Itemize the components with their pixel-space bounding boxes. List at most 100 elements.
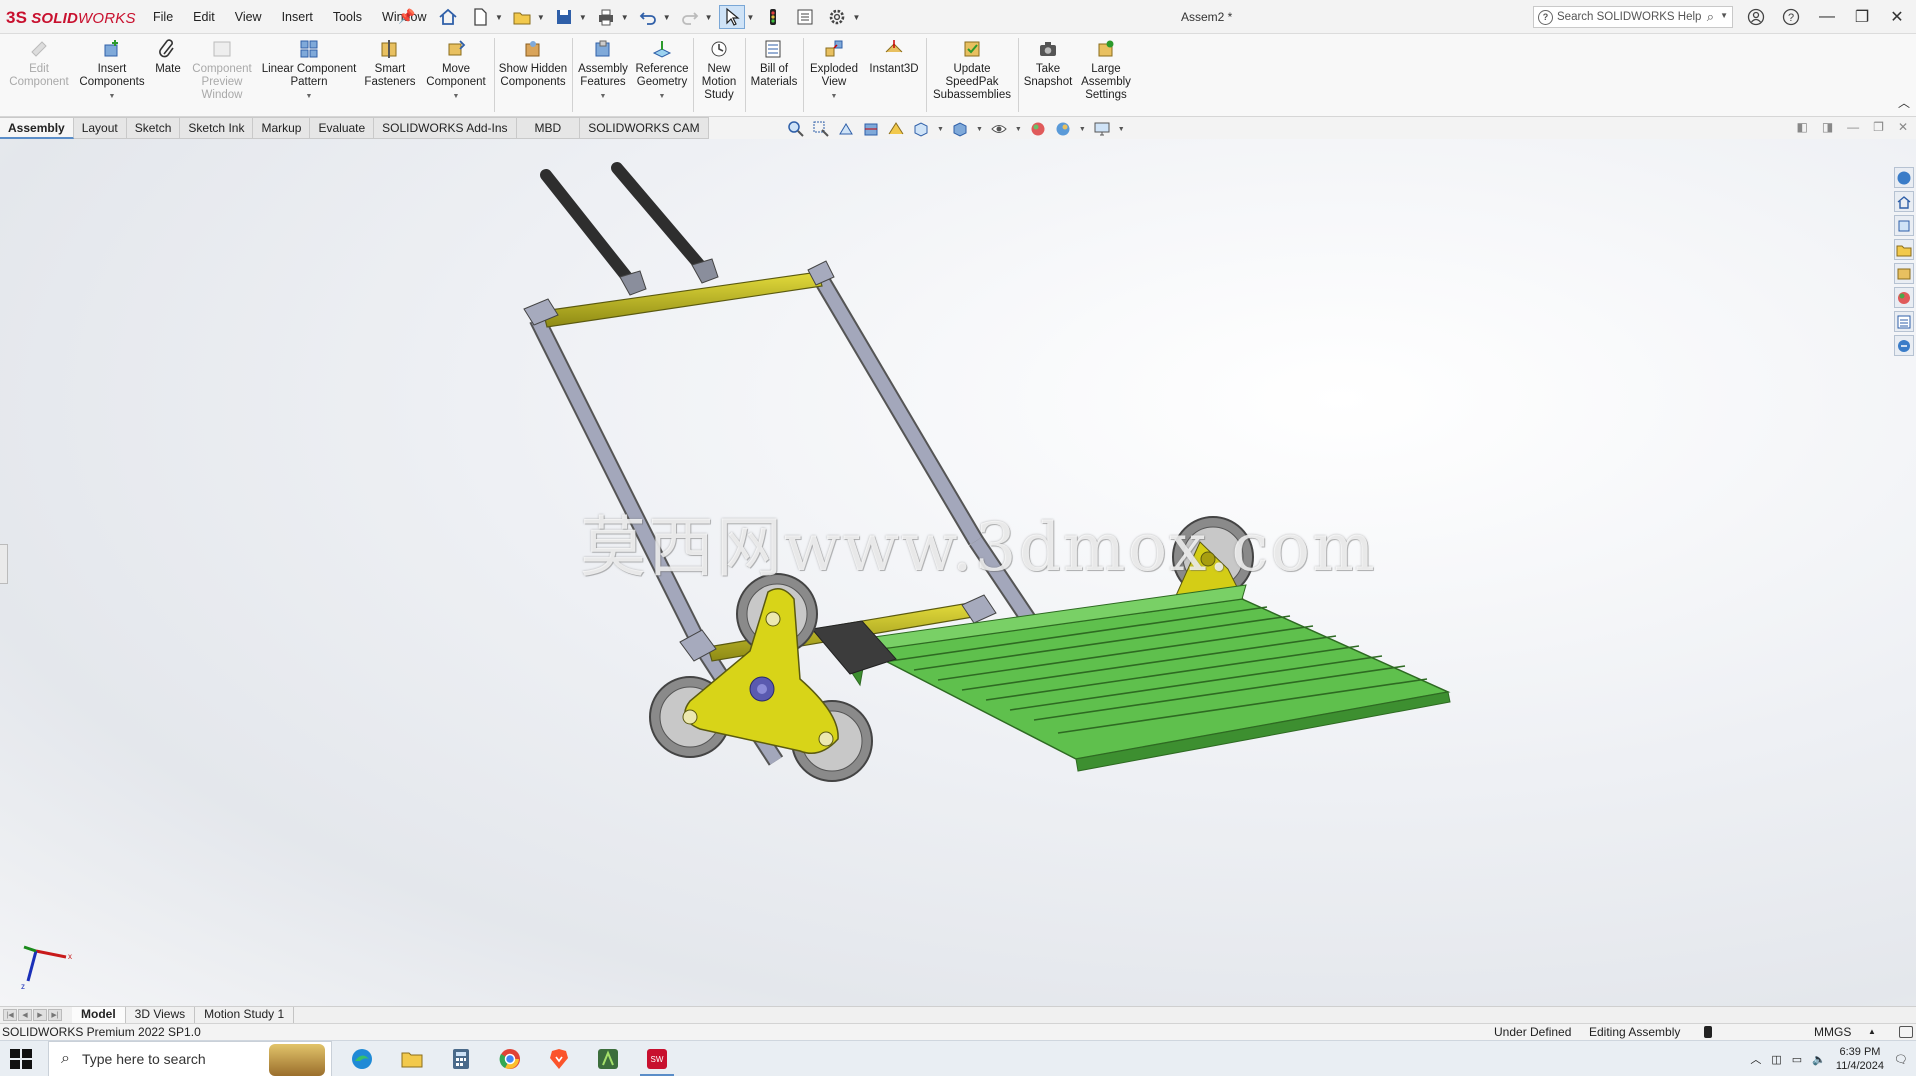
previous-view-button[interactable] <box>835 119 857 139</box>
open-dropdown-icon[interactable]: ▼ <box>537 13 545 22</box>
system-clock[interactable]: 6:39 PM 11/4/2024 <box>1836 1045 1884 1073</box>
instant3d-button[interactable]: Instant3D <box>866 38 922 76</box>
menu-tools[interactable]: Tools <box>323 10 372 24</box>
select-dropdown-icon[interactable]: ▼ <box>747 13 755 22</box>
tab-sketch[interactable]: Sketch <box>126 117 181 139</box>
unit-system-selector[interactable]: MMGS <box>1814 1024 1851 1040</box>
network-icon[interactable]: ▭ <box>1792 1053 1802 1066</box>
apply-scene-button[interactable] <box>1052 119 1074 139</box>
minimize-window-icon[interactable]: — <box>1815 6 1839 28</box>
tab-solidworks-add-ins[interactable]: SOLIDWORKS Add-Ins <box>374 117 517 139</box>
last-tab-arrow-icon[interactable]: ▶| <box>48 1009 62 1021</box>
tab-3d-views[interactable]: 3D Views <box>126 1007 196 1023</box>
linear-component-pattern-button[interactable]: Linear Component Pattern ▼ <box>259 38 359 103</box>
webcam-icon[interactable]: ◫ <box>1771 1053 1781 1066</box>
tab-sketch-ink[interactable]: Sketch Ink <box>180 117 254 139</box>
tab-markup[interactable]: Markup <box>253 117 311 139</box>
show-hidden-icons-icon[interactable]: ︿ <box>1750 1051 1761 1067</box>
hide-show-dropdown-icon[interactable]: ▼ <box>1015 126 1022 133</box>
search-icon[interactable]: ⌕ <box>1707 9 1714 25</box>
search-dropdown-icon[interactable]: ▼ <box>1720 11 1728 20</box>
save-button[interactable] <box>551 5 577 29</box>
next-tab-arrow-icon[interactable]: ▶ <box>33 1009 47 1021</box>
update-speedpak-button[interactable]: Update SpeedPak Subassemblies <box>929 38 1015 102</box>
chrome-browser-icon[interactable] <box>498 1047 522 1071</box>
first-tab-arrow-icon[interactable]: |◀ <box>3 1009 17 1021</box>
section-view-button[interactable] <box>860 119 882 139</box>
graphics-area[interactable]: 莫西网www.3dmox.com x z <box>0 139 1916 1006</box>
menu-insert[interactable]: Insert <box>272 10 323 24</box>
viewport-restore-icon[interactable]: ❐ <box>1873 120 1884 134</box>
undo-dropdown-icon[interactable]: ▼ <box>663 13 671 22</box>
brave-browser-icon[interactable] <box>547 1047 571 1071</box>
show-hidden-components-button[interactable]: Show Hidden Components <box>497 38 569 89</box>
units-dropdown-icon[interactable]: ▲ <box>1868 1024 1876 1040</box>
apply-scene-dropdown-icon[interactable]: ▼ <box>1079 126 1086 133</box>
menu-view[interactable]: View <box>225 10 272 24</box>
status-tooltip-icon[interactable] <box>1899 1026 1913 1038</box>
appearances-tab[interactable] <box>1894 287 1914 308</box>
taskbar-search-box[interactable]: ⌕ Type here to search <box>48 1041 332 1076</box>
rebuild-button[interactable] <box>760 5 786 29</box>
zoom-to-area-button[interactable] <box>810 119 832 139</box>
component-preview-window-button[interactable]: Component Preview Window <box>188 38 256 102</box>
restore-window-icon[interactable]: ❐ <box>1850 6 1874 28</box>
tab-model[interactable]: Model <box>72 1007 126 1023</box>
collapse-ribbon-icon[interactable]: ︿ <box>1898 94 1910 111</box>
view-orientation-dropdown-icon[interactable]: ▼ <box>937 126 944 133</box>
redo-button[interactable] <box>677 5 703 29</box>
display-style-dropdown-icon[interactable]: ▼ <box>976 126 983 133</box>
file-explorer-tab[interactable] <box>1894 239 1914 260</box>
tile-left-icon[interactable]: ◧ <box>1796 120 1807 134</box>
forum-tab[interactable] <box>1894 335 1914 356</box>
rebuild-status-icon[interactable] <box>1704 1026 1712 1038</box>
tab-motion-study-1[interactable]: Motion Study 1 <box>195 1007 295 1023</box>
windows-start-icon[interactable] <box>10 1049 32 1069</box>
view-orientation-button[interactable] <box>910 119 932 139</box>
menu-file[interactable]: File <box>143 10 183 24</box>
reference-geometry-dropdown-icon[interactable]: ▼ <box>659 90 666 103</box>
save-dropdown-icon[interactable]: ▼ <box>579 13 587 22</box>
tab-evaluate[interactable]: Evaluate <box>310 117 375 139</box>
take-snapshot-button[interactable]: Take Snapshot <box>1020 38 1076 89</box>
file-properties-button[interactable] <box>792 5 818 29</box>
menu-edit[interactable]: Edit <box>183 10 225 24</box>
smart-fasteners-button[interactable]: Smart Fasteners <box>362 38 418 89</box>
view-settings-button[interactable] <box>1091 119 1113 139</box>
dynamic-annotation-button[interactable] <box>885 119 907 139</box>
options-dropdown-icon[interactable]: ▼ <box>852 13 860 22</box>
print-button[interactable] <box>593 5 619 29</box>
print-dropdown-icon[interactable]: ▼ <box>621 13 629 22</box>
feature-manager-expand-handle[interactable] <box>0 544 8 584</box>
view-settings-dropdown-icon[interactable]: ▼ <box>1118 126 1125 133</box>
open-button[interactable] <box>509 5 535 29</box>
solidworks-resources-tab[interactable] <box>1894 167 1914 188</box>
viewport-close-icon[interactable]: ✕ <box>1898 120 1908 134</box>
notifications-icon[interactable]: 🗨 <box>1894 1053 1908 1066</box>
redo-dropdown-icon[interactable]: ▼ <box>705 13 713 22</box>
tab-mbd[interactable]: MBD <box>516 117 581 139</box>
assembly-features-dropdown-icon[interactable]: ▼ <box>600 90 607 103</box>
edit-appearance-button[interactable] <box>1027 119 1049 139</box>
home-button[interactable] <box>435 5 461 29</box>
android-studio-icon[interactable] <box>596 1047 620 1071</box>
undo-button[interactable] <box>635 5 661 29</box>
hide-show-items-button[interactable] <box>988 119 1010 139</box>
move-component-button[interactable]: Move Component ▼ <box>422 38 490 103</box>
zoom-to-fit-button[interactable] <box>785 119 807 139</box>
tab-assembly[interactable]: Assembly <box>0 117 74 139</box>
user-account-icon[interactable] <box>1744 6 1768 28</box>
solidworks-2022-taskbar-icon[interactable]: SW <box>645 1047 669 1071</box>
select-button[interactable] <box>718 5 745 29</box>
new-document-button[interactable] <box>467 5 493 29</box>
exploded-view-dropdown-icon[interactable]: ▼ <box>831 90 838 103</box>
prev-tab-arrow-icon[interactable]: ◀ <box>18 1009 32 1021</box>
calculator-icon[interactable] <box>449 1047 473 1071</box>
bill-of-materials-button[interactable]: Bill of Materials <box>748 38 800 89</box>
assembly-features-button[interactable]: Assembly Features ▼ <box>575 38 631 103</box>
home-tab[interactable] <box>1894 191 1914 212</box>
volume-icon[interactable]: 🔈 <box>1812 1053 1826 1066</box>
new-dropdown-icon[interactable]: ▼ <box>495 13 503 22</box>
design-library-tab[interactable] <box>1894 215 1914 236</box>
large-assembly-settings-button[interactable]: Large Assembly Settings <box>1078 38 1134 102</box>
